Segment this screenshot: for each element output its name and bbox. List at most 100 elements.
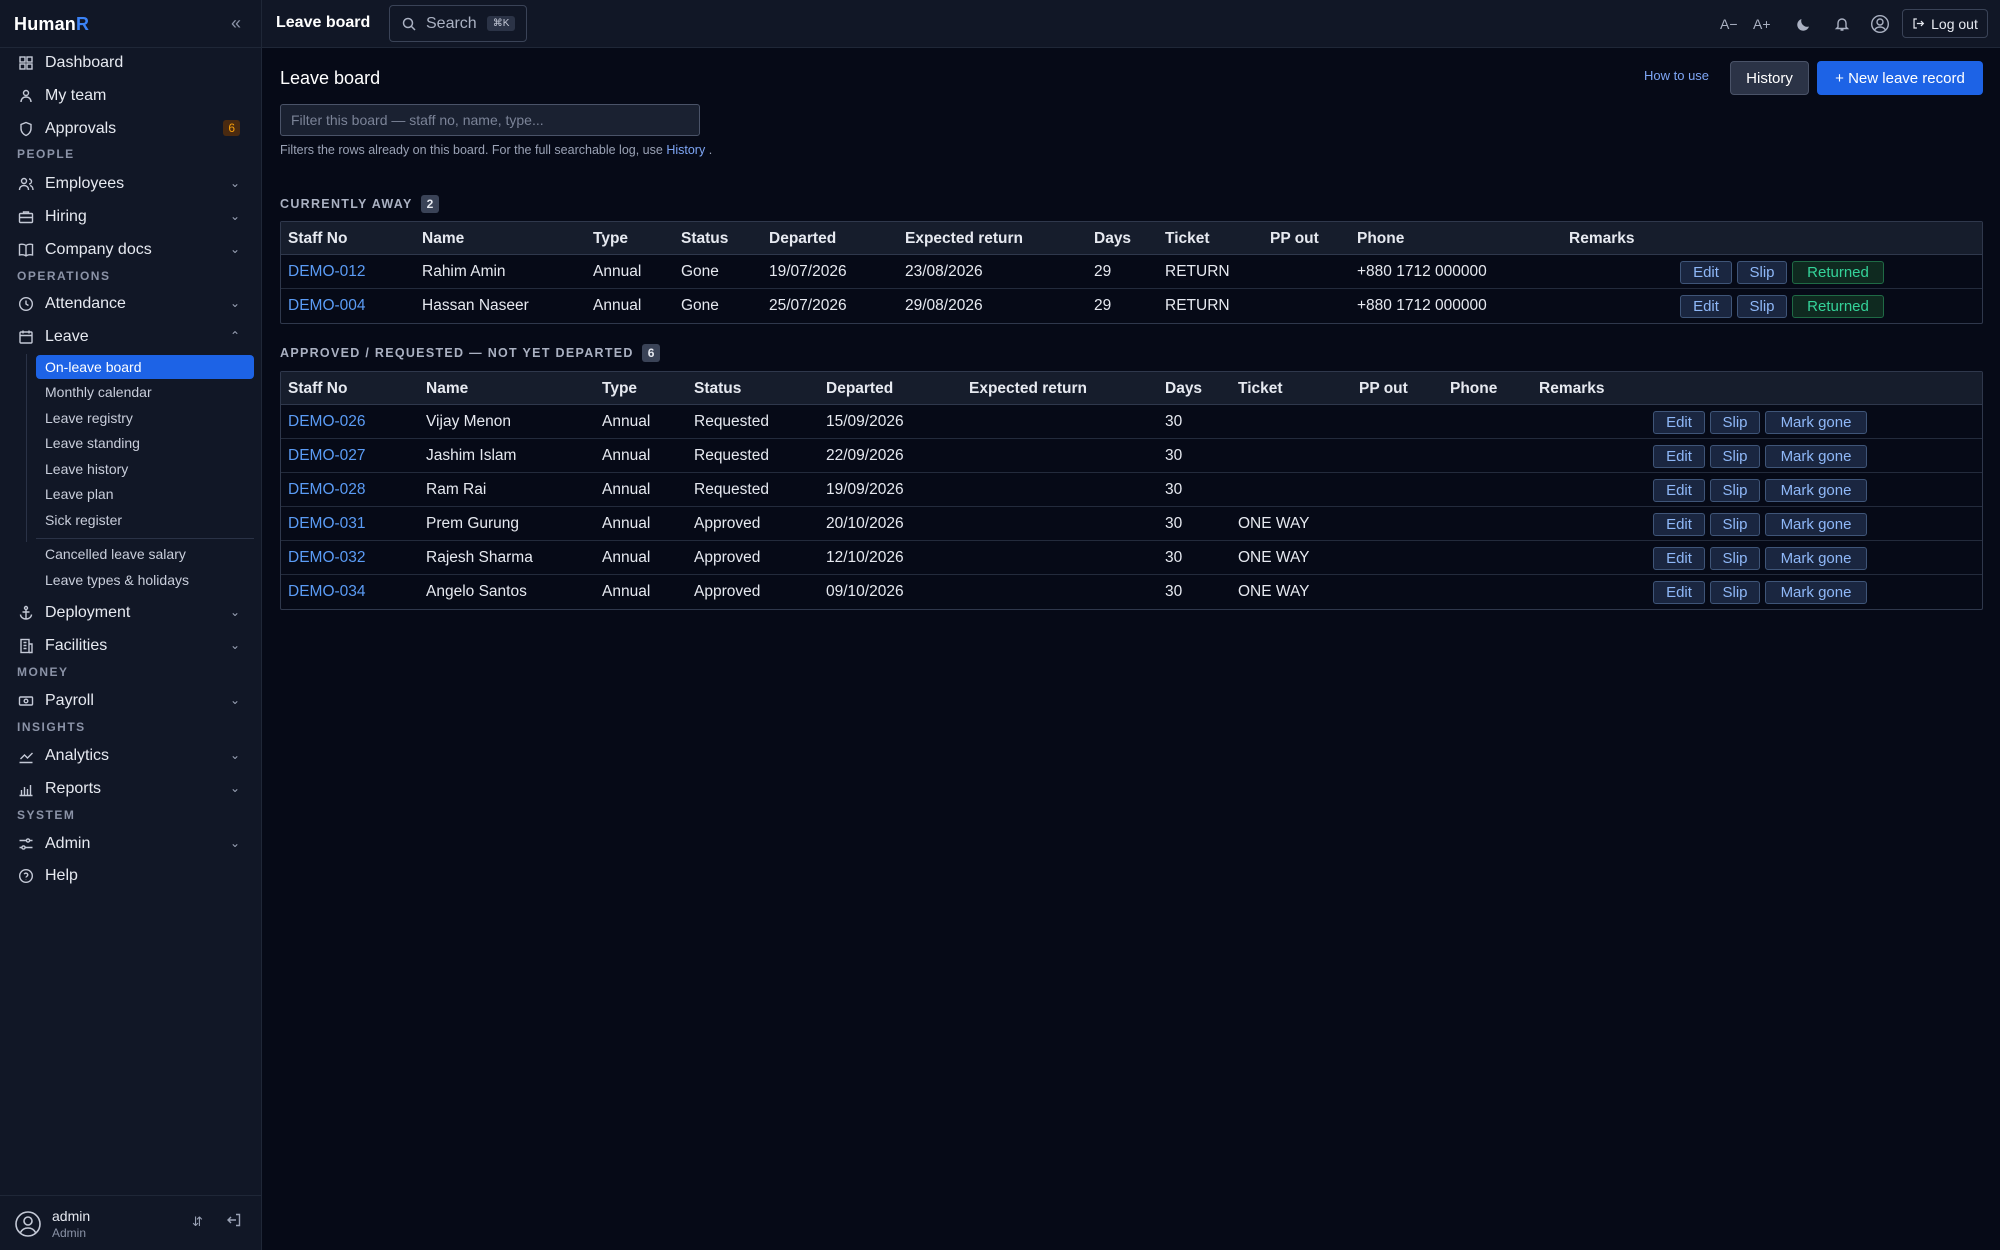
sidebar-item-reports[interactable]: Reports ⌄ — [12, 774, 250, 804]
moon-icon[interactable] — [1796, 13, 1812, 35]
edit-button[interactable]: Edit — [1680, 261, 1732, 284]
cell-days: 30 — [1165, 447, 1183, 464]
sidebar-item-attendance[interactable]: Attendance ⌄ — [12, 289, 250, 319]
slip-button[interactable]: Slip — [1710, 547, 1760, 570]
cell-phone: +880 1712 000000 — [1357, 263, 1487, 280]
mark-gone-button[interactable]: Mark gone — [1765, 513, 1867, 536]
how-to-use-link[interactable]: How to use — [1644, 68, 1709, 83]
not-departed-heading: APPROVED / REQUESTED — NOT YET DEPARTED … — [280, 344, 661, 362]
sidebar-subitem-leave-types-holidays[interactable]: Leave types & holidays — [36, 568, 254, 592]
staff-no-link[interactable]: DEMO-031 — [288, 515, 366, 533]
edit-button[interactable]: Edit — [1653, 513, 1705, 536]
account-icon[interactable] — [1870, 13, 1890, 35]
staff-no-link[interactable]: DEMO-012 — [288, 263, 366, 281]
edit-button[interactable]: Edit — [1680, 295, 1732, 318]
sidebar-subitem-leave-registry[interactable]: Leave registry — [36, 406, 254, 430]
cell-days: 29 — [1094, 263, 1112, 280]
user-role: Admin — [52, 1226, 87, 1240]
sidebar-subitem-cancelled-leave-salary[interactable]: Cancelled leave salary — [36, 542, 254, 566]
chevron-down-icon: ⌄ — [229, 176, 240, 190]
staff-no-link[interactable]: DEMO-004 — [288, 297, 366, 315]
slip-button[interactable]: Slip — [1710, 445, 1760, 468]
cell-days: 30 — [1165, 413, 1183, 430]
mark-gone-button[interactable]: Mark gone — [1765, 581, 1867, 604]
new-leave-record-button[interactable]: + New leave record — [1817, 61, 1983, 95]
font-increase-button[interactable]: A+ — [1753, 13, 1771, 35]
edit-button[interactable]: Edit — [1653, 445, 1705, 468]
slip-button[interactable]: Slip — [1710, 479, 1760, 502]
sidebar-subitem-sick-register[interactable]: Sick register — [36, 508, 254, 532]
hint-history-link[interactable]: History — [666, 143, 705, 157]
sidebar-subitem-monthly-calendar[interactable]: Monthly calendar — [36, 380, 254, 404]
sidebar-item-help[interactable]: Help — [12, 861, 250, 891]
logout-icon[interactable] — [226, 1212, 242, 1233]
sidebar-item-facilities[interactable]: Facilities ⌄ — [12, 631, 250, 661]
cell-departed: 25/07/2026 — [769, 297, 847, 314]
expand-collapse-icon[interactable]: ⇵ — [192, 1214, 203, 1230]
sidebar-item-analytics[interactable]: Analytics ⌄ — [12, 741, 250, 771]
sidebar-item-my-team[interactable]: My team — [12, 81, 250, 111]
history-button[interactable]: History — [1730, 61, 1809, 95]
slip-button[interactable]: Slip — [1710, 513, 1760, 536]
column-header: Departed — [769, 230, 837, 247]
search-label: Search — [426, 14, 477, 32]
font-decrease-button[interactable]: A− — [1720, 13, 1738, 35]
staff-no-link[interactable]: DEMO-032 — [288, 549, 366, 567]
mark-gone-button[interactable]: Mark gone — [1765, 547, 1867, 570]
table-row: DEMO-034 Angelo Santos Annual Approved 09/10… — [281, 575, 1982, 609]
edit-button[interactable]: Edit — [1653, 547, 1705, 570]
staff-no-link[interactable]: DEMO-028 — [288, 481, 366, 499]
staff-no-link[interactable]: DEMO-026 — [288, 413, 366, 431]
search-button[interactable]: Search ⌘K — [389, 5, 527, 42]
table-row: DEMO-012 Rahim Amin Annual Gone 19/07/2026 23… — [281, 255, 1982, 289]
brand-logo[interactable]: HumanR — [14, 14, 89, 35]
sidebar-item-leave[interactable]: Leave ⌃ — [12, 322, 250, 352]
returned-button[interactable]: Returned — [1792, 261, 1884, 284]
slip-button[interactable]: Slip — [1737, 295, 1787, 318]
staff-no-link[interactable]: DEMO-027 — [288, 447, 366, 465]
slip-button[interactable]: Slip — [1710, 581, 1760, 604]
section-label-operations: OPERATIONS — [17, 269, 111, 283]
logout-button[interactable]: Log out — [1902, 9, 1988, 38]
sidebar-item-payroll[interactable]: Payroll ⌄ — [12, 686, 250, 716]
approvals-count-badge: 6 — [223, 120, 240, 136]
chevron-down-icon: ⌄ — [229, 836, 240, 850]
edit-button[interactable]: Edit — [1653, 581, 1705, 604]
sidebar-item-approvals[interactable]: Approvals 6 — [12, 114, 250, 144]
table-header: Staff No Name Type Status Departed Expec… — [281, 372, 1982, 405]
mark-gone-button[interactable]: Mark gone — [1765, 479, 1867, 502]
table-row: DEMO-031 Prem Gurung Annual Approved 20/10/2… — [281, 507, 1982, 541]
slip-button[interactable]: Slip — [1737, 261, 1787, 284]
sidebar-subitem-leave-standing[interactable]: Leave standing — [36, 431, 254, 455]
currently-away-table: Staff No Name Type Status Departed Expec… — [280, 221, 1983, 324]
avatar — [14, 1210, 42, 1238]
sidebar-subitem-leave-plan[interactable]: Leave plan — [36, 482, 254, 506]
bell-icon[interactable] — [1834, 13, 1850, 35]
sidebar-item-deployment[interactable]: Deployment ⌄ — [12, 598, 250, 628]
section-label-system: SYSTEM — [17, 808, 76, 822]
sidebar-item-employees[interactable]: Employees ⌄ — [12, 169, 250, 199]
sidebar-item-dashboard[interactable]: Dashboard — [12, 48, 250, 78]
staff-no-link[interactable]: DEMO-034 — [288, 583, 366, 601]
sidebar-item-hiring[interactable]: Hiring ⌄ — [12, 202, 250, 232]
slip-button[interactable]: Slip — [1710, 411, 1760, 434]
clock-icon — [16, 294, 36, 314]
hint-end: . — [708, 143, 713, 157]
mark-gone-button[interactable]: Mark gone — [1765, 445, 1867, 468]
filter-board-input[interactable] — [280, 104, 700, 136]
sidebar-item-company-docs[interactable]: Company docs ⌄ — [12, 235, 250, 265]
collapse-sidebar-icon[interactable]: « — [226, 12, 246, 34]
edit-button[interactable]: Edit — [1653, 411, 1705, 434]
search-icon — [402, 17, 416, 31]
brand-row: HumanR « — [0, 0, 262, 48]
sidebar-item-admin[interactable]: Admin ⌄ — [12, 829, 250, 859]
mark-gone-button[interactable]: Mark gone — [1765, 411, 1867, 434]
edit-button[interactable]: Edit — [1653, 479, 1705, 502]
user-menu[interactable]: admin Admin ⇵ — [0, 1195, 262, 1250]
returned-button[interactable]: Returned — [1792, 295, 1884, 318]
team-icon — [16, 86, 36, 106]
cell-type: Annual — [602, 413, 651, 430]
cell-status: Requested — [694, 413, 769, 430]
sidebar-subitem-on-leave-board[interactable]: On-leave board — [36, 355, 254, 379]
sidebar-subitem-leave-history[interactable]: Leave history — [36, 457, 254, 481]
